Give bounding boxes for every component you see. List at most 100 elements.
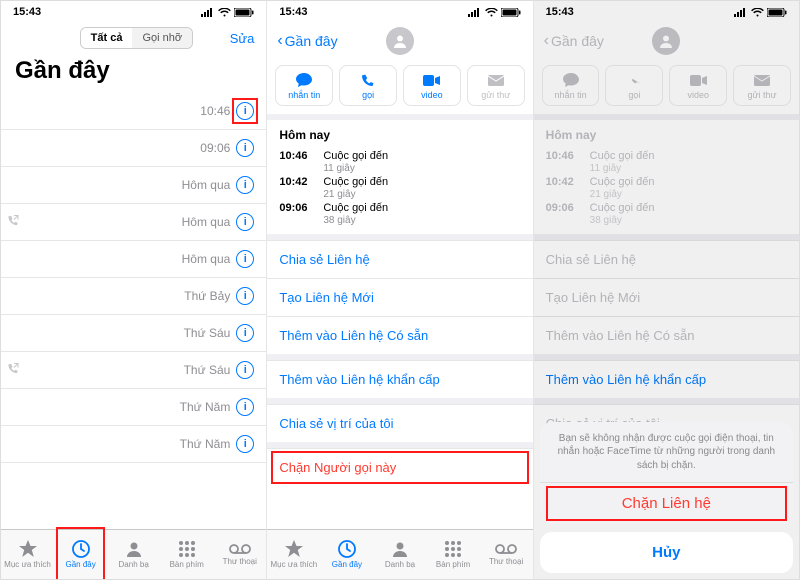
info-icon[interactable]: i [236, 287, 254, 305]
action-video[interactable]: video [403, 65, 461, 106]
tab-label: Thư thoại [489, 557, 523, 566]
info-icon[interactable]: i [236, 398, 254, 416]
tab-contacts[interactable]: Danh bạ [373, 530, 426, 579]
recents-row[interactable]: Hôm qua i [1, 241, 266, 278]
highlight-box [56, 527, 105, 579]
call-log-group: Hôm nay 10:46Cuộc gọi đến11 giây10:42Cuộ… [534, 120, 799, 234]
highlight-box [232, 98, 258, 124]
recents-row[interactable]: 10:46i [1, 93, 266, 130]
status-time: 15:43 [546, 6, 574, 18]
call-desc: Cuộc gọi đến [590, 202, 787, 214]
statusbar: 15:43 [1, 1, 266, 23]
call-time: 10:42 [279, 176, 317, 188]
tab-label: Thư thoại [223, 557, 257, 566]
battery-icon [501, 8, 521, 17]
info-icon[interactable]: i [236, 435, 254, 453]
recents-row[interactable]: Thứ Bảyi [1, 278, 266, 315]
action-sheet: Bạn sẽ không nhận được cuộc gọi điện tho… [540, 422, 793, 574]
info-icon[interactable]: i [236, 176, 254, 194]
keypad-icon [444, 540, 462, 558]
recents-row[interactable]: Thứ Nămi [1, 389, 266, 426]
tab-contacts[interactable]: Danh bạ [107, 530, 160, 579]
wifi-icon [751, 8, 764, 17]
action-message[interactable]: nhắn tin [275, 65, 333, 106]
action-label: gửi thư [748, 90, 777, 100]
sheet-block-button[interactable]: Chặn Liên hệ [540, 483, 793, 524]
back-button[interactable]: Gần đây [285, 33, 338, 49]
group-header: Hôm nay [267, 120, 532, 146]
person-icon [125, 540, 143, 558]
action-mail: gửi thư [467, 65, 525, 106]
tab-voicemail[interactable]: Thư thoại [213, 530, 266, 579]
recents-row[interactable]: Hôm quai [1, 167, 266, 204]
call-log: 10:46Cuộc gọi đến11 giây10:42Cuộc gọi đế… [534, 146, 799, 234]
link-share-contact[interactable]: Chia sẻ Liên hệ [267, 240, 532, 278]
tab-recents[interactable]: Gần đây [54, 530, 107, 579]
nav-bar: ‹ Gần đây [267, 23, 532, 57]
pane-recents: 15:43 Tất cả Gọi nhỡ Sửa Gần đây 10:46i0… [1, 1, 267, 579]
call-desc: Cuộc gọi đến [590, 150, 787, 162]
avatar [652, 27, 680, 55]
info-icon[interactable]: i [236, 213, 254, 231]
action-label: video [687, 90, 709, 100]
mail-icon [488, 72, 504, 88]
recents-row[interactable]: Thứ Sáui [1, 352, 266, 389]
action-video: video [669, 65, 727, 106]
status-icons [468, 8, 521, 17]
call-log-row: 10:46Cuộc gọi đến [279, 148, 520, 164]
tab-label: Mục ưa thích [4, 560, 51, 569]
segmented-control[interactable]: Tất cả Gọi nhỡ [80, 27, 193, 49]
signal-icon [734, 8, 748, 17]
call-duration: 21 giây [279, 189, 520, 200]
tab-keypad[interactable]: Bàn phím [160, 530, 213, 579]
edit-button[interactable]: Sửa [230, 31, 255, 46]
tab-keypad[interactable]: Bàn phím [427, 530, 480, 579]
info-icon[interactable]: i [236, 139, 254, 157]
row-time: Thứ Năm [180, 437, 231, 451]
row-time: Hôm qua [182, 252, 231, 266]
recents-list[interactable]: 10:46i09:06iHôm quaiHôm quaiHôm quaiThứ … [1, 93, 266, 529]
star-icon [284, 540, 304, 558]
link-add-existing[interactable]: Thêm vào Liên hệ Có sẵn [267, 316, 532, 354]
tab-favorites[interactable]: Mục ưa thích [267, 530, 320, 579]
call-time: 10:46 [279, 150, 317, 162]
seg-missed[interactable]: Gọi nhỡ [132, 28, 192, 48]
link-block-caller[interactable]: Chặn Người gọi này [267, 448, 532, 486]
row-time: Hôm qua [182, 215, 231, 229]
info-icon[interactable]: i [236, 250, 254, 268]
tab-favorites[interactable]: Mục ưa thích [1, 530, 54, 579]
seg-all[interactable]: Tất cả [81, 28, 133, 48]
info-icon[interactable]: i [236, 102, 254, 120]
wifi-icon [218, 8, 231, 17]
back-chevron-icon: ‹ [544, 32, 549, 50]
back-chevron-icon[interactable]: ‹ [277, 32, 282, 50]
row-time: Thứ Sáu [184, 326, 231, 340]
link-new-contact: Tạo Liên hệ Mới [534, 278, 799, 316]
signal-icon [468, 8, 482, 17]
info-icon[interactable]: i [236, 361, 254, 379]
phone-icon [627, 72, 641, 88]
link-new-contact[interactable]: Tạo Liên hệ Mới [267, 278, 532, 316]
link-share-location[interactable]: Chia sẻ vị trí của tôi [267, 404, 532, 442]
call-log-row: 10:46Cuộc gọi đến [546, 148, 787, 164]
link-share-contact: Chia sẻ Liên hệ [534, 240, 799, 278]
tab-voicemail[interactable]: Thư thoại [480, 530, 533, 579]
sheet-cancel-button[interactable]: Hủy [540, 532, 793, 573]
sheet-card: Bạn sẽ không nhận được cuộc gọi điện tho… [540, 422, 793, 525]
call-duration: 38 giây [279, 215, 520, 226]
voicemail-icon [229, 543, 251, 555]
recents-row[interactable]: Thứ Sáu i [1, 315, 266, 352]
recents-row[interactable]: 09:06i [1, 130, 266, 167]
call-desc: Cuộc gọi đến [590, 176, 787, 188]
link-emergency[interactable]: Thêm vào Liên hệ khẩn cấp [267, 360, 532, 398]
tab-label: Gần đây [332, 560, 362, 569]
call-log-row: 09:06Cuộc gọi đến [279, 200, 520, 216]
action-call: gọi [605, 65, 663, 106]
call-log-row: 10:42Cuộc gọi đến [279, 174, 520, 190]
tab-recents[interactable]: Gần đây [320, 530, 373, 579]
info-icon[interactable]: i [236, 324, 254, 342]
highlight-box [271, 451, 528, 484]
action-call[interactable]: gọi [339, 65, 397, 106]
recents-row[interactable]: Hôm qua i [1, 204, 266, 241]
recents-row[interactable]: Thứ Năm i [1, 426, 266, 463]
